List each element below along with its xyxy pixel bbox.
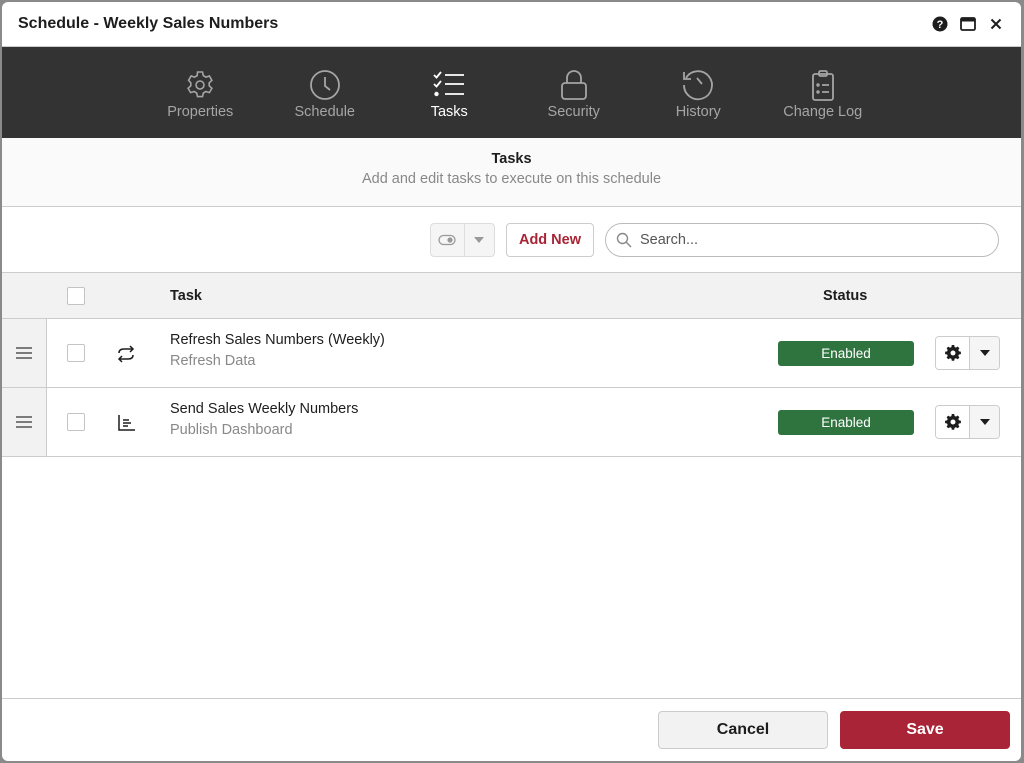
tab-schedule[interactable]: Schedule	[263, 68, 388, 120]
status-badge: Enabled	[778, 341, 914, 366]
close-icon[interactable]	[987, 15, 1005, 33]
column-header-task[interactable]: Task	[170, 288, 202, 304]
task-name[interactable]: Refresh Sales Numbers (Weekly)	[170, 332, 385, 348]
history-icon	[683, 69, 714, 100]
task-name[interactable]: Send Sales Weekly Numbers	[170, 401, 358, 417]
toggle-dropdown-button[interactable]	[465, 224, 494, 256]
row-settings-button[interactable]	[936, 337, 970, 369]
row-dropdown-button[interactable]	[970, 406, 999, 438]
tab-tasks[interactable]: Tasks	[387, 68, 512, 120]
tab-nav: Properties Schedule Tasks Security Histo…	[2, 47, 1021, 138]
tab-label: Schedule	[294, 103, 355, 120]
title-bar: Schedule - Weekly Sales Numbers ?	[2, 2, 1021, 47]
dialog-footer: Cancel Save	[2, 698, 1021, 761]
drag-handle[interactable]	[2, 319, 47, 387]
tab-label: Security	[547, 103, 600, 120]
task-type: Refresh Data	[170, 353, 256, 369]
row-dropdown-button[interactable]	[970, 337, 999, 369]
gear-icon	[187, 70, 214, 97]
hamburger-icon	[16, 416, 32, 428]
caret-down-icon	[474, 236, 485, 243]
dialog-title: Schedule - Weekly Sales Numbers	[18, 15, 279, 32]
row-settings-button[interactable]	[936, 406, 970, 438]
row-checkbox[interactable]	[67, 344, 85, 362]
column-header-status[interactable]: Status	[823, 288, 867, 304]
refresh-icon	[117, 345, 135, 363]
search-icon	[616, 232, 632, 247]
save-button[interactable]: Save	[840, 711, 1010, 749]
table-row: Refresh Sales Numbers (Weekly) Refresh D…	[2, 319, 1021, 388]
search-box	[605, 222, 999, 257]
maximize-icon[interactable]	[959, 15, 977, 33]
help-icon[interactable]: ?	[931, 15, 949, 33]
table-row: Send Sales Weekly Numbers Publish Dashbo…	[2, 388, 1021, 457]
section-title: Tasks	[491, 151, 532, 167]
task-type: Publish Dashboard	[170, 422, 293, 438]
tab-label: Change Log	[783, 103, 863, 120]
section-subtitle: Add and edit tasks to execute on this sc…	[361, 171, 662, 187]
clock-icon	[309, 69, 340, 100]
search-input[interactable]	[640, 231, 998, 248]
row-checkbox[interactable]	[67, 413, 85, 431]
lock-icon	[560, 69, 587, 100]
dashboard-icon	[118, 415, 135, 431]
gear-icon	[944, 345, 961, 361]
select-all-checkbox[interactable]	[67, 287, 85, 305]
tab-history[interactable]: History	[636, 68, 761, 120]
tab-change-log[interactable]: Change Log	[761, 68, 886, 120]
toggle-visibility-button[interactable]	[431, 223, 465, 256]
caret-down-icon	[979, 350, 990, 356]
caret-down-icon	[979, 419, 990, 425]
status-badge: Enabled	[778, 410, 914, 435]
schedule-dialog: Schedule - Weekly Sales Numbers ? Proper…	[2, 2, 1021, 761]
tab-label: History	[675, 103, 721, 120]
checklist-icon	[433, 70, 465, 96]
tab-properties[interactable]: Properties	[138, 68, 263, 120]
table-header: Task Status	[2, 273, 1021, 319]
clipboard-list-icon	[811, 69, 834, 101]
gear-icon	[944, 414, 961, 430]
svg-text:?: ?	[937, 19, 944, 31]
view-toggle	[429, 222, 495, 257]
section-header: Tasks Add and edit tasks to execute on t…	[2, 138, 1021, 207]
row-actions	[935, 405, 1000, 439]
tab-label: Properties	[167, 103, 234, 120]
cancel-button[interactable]: Cancel	[658, 711, 828, 749]
toggle-icon	[438, 234, 457, 245]
add-new-button[interactable]: Add New	[505, 222, 594, 257]
tab-security[interactable]: Security	[512, 68, 637, 120]
toolbar: Add New	[2, 207, 1021, 273]
tab-label: Tasks	[430, 103, 468, 120]
hamburger-icon	[16, 347, 32, 359]
drag-handle[interactable]	[2, 388, 47, 456]
row-actions	[935, 336, 1000, 370]
